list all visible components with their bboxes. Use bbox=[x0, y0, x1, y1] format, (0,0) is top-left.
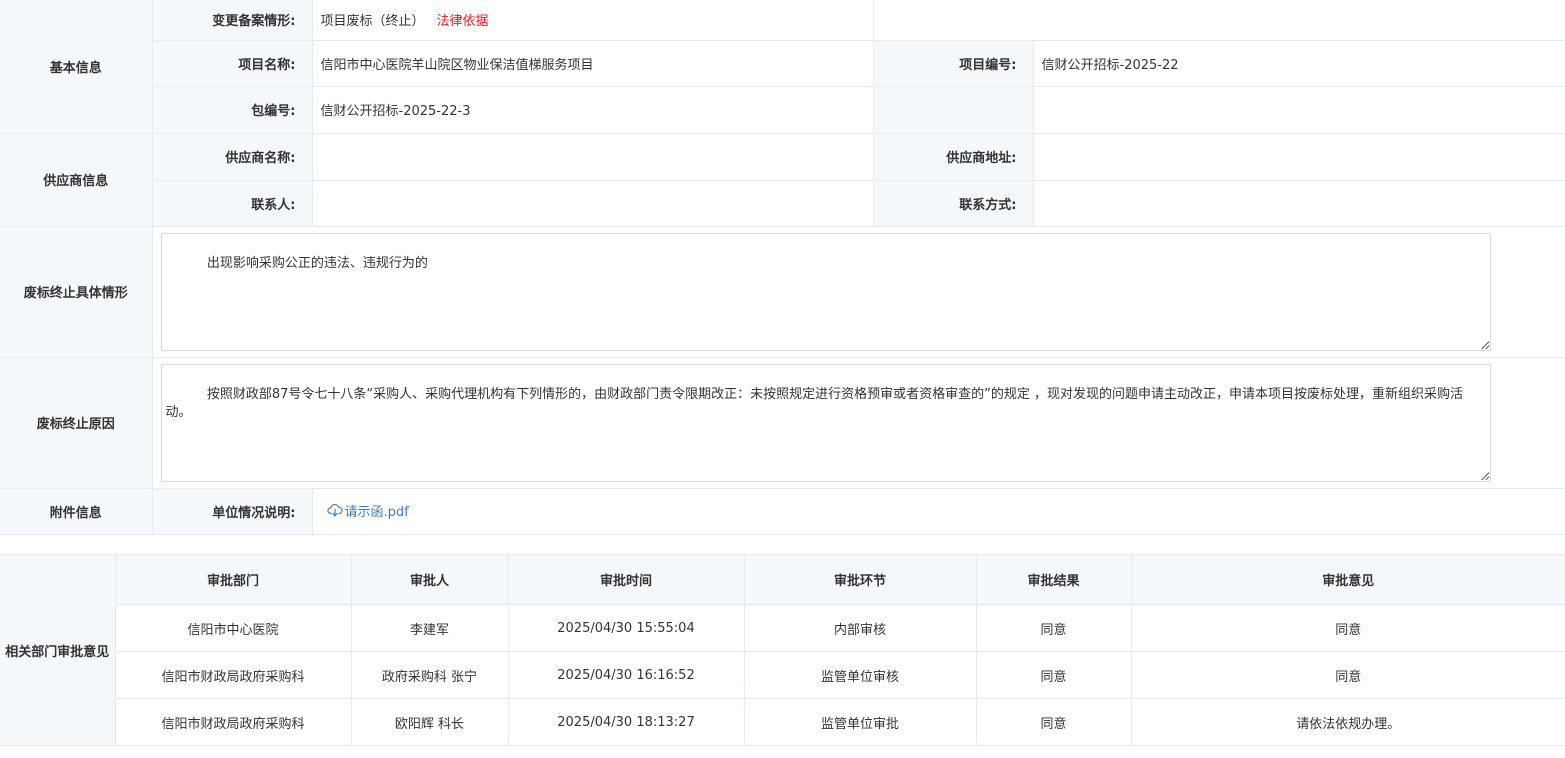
attachment-file-name: 请示函.pdf bbox=[344, 504, 409, 520]
supplier-address-label: 供应商地址: bbox=[873, 133, 1034, 181]
supplier-contact-label: 联系人: bbox=[152, 180, 313, 227]
termination-reason-textarea[interactable]: 按照财政部87号令七十八条“采购人、采购代理机构有下列情形的，由财政部门责令限期… bbox=[160, 363, 1491, 482]
resize-grip-icon[interactable] bbox=[1481, 340, 1489, 349]
section-basic-info: 基本信息 bbox=[0, 0, 153, 134]
termination-detail-textarea[interactable]: 出现影响采购公正的违法、违规行为的 bbox=[160, 232, 1491, 351]
cell-result: 同意 bbox=[976, 604, 1132, 652]
row-package-no: 包编号: 信财公开招标-2025-22-3 bbox=[0, 86, 1565, 134]
col-header-opinion: 审批意见 bbox=[1131, 554, 1565, 605]
resize-grip-icon[interactable] bbox=[1481, 471, 1489, 480]
table-row: 信阳市财政局政府采购科 政府采购科 张宁 2025/04/30 16:16:52… bbox=[0, 651, 1565, 699]
cell-result: 同意 bbox=[976, 651, 1132, 699]
row-supplier-contact: 联系人: 联系方式: bbox=[0, 180, 1565, 227]
section-approval-opinions: 相关部门审批意见 bbox=[0, 554, 116, 746]
termination-reason-cell: 按照财政部87号令七十八条“采购人、采购代理机构有下列情形的，由财政部门责令限期… bbox=[152, 357, 1565, 489]
col-header-stage: 审批环节 bbox=[744, 554, 977, 605]
cell-approver: 政府采购科 张宁 bbox=[351, 651, 509, 699]
cell-stage: 监管单位审批 bbox=[744, 698, 977, 746]
cell-approver: 欧阳辉 科长 bbox=[351, 698, 509, 746]
project-no-label: 项目编号: bbox=[873, 40, 1034, 87]
termination-detail-cell: 出现影响采购公正的违法、违规行为的 bbox=[152, 226, 1565, 358]
attachment-file-link[interactable]: 请示函.pdf bbox=[326, 501, 409, 520]
cell-department: 信阳市中心医院 bbox=[115, 604, 352, 652]
cell-result: 同意 bbox=[976, 698, 1132, 746]
row-project-name: 项目名称: 信阳市中心医院羊山院区物业保洁值梯服务项目 项目编号: 信财公开招标… bbox=[0, 40, 1565, 87]
termination-reason-text: 按照财政部87号令七十八条“采购人、采购代理机构有下列情形的，由财政部门责令限期… bbox=[165, 386, 1463, 420]
cell-opinion: 同意 bbox=[1131, 604, 1565, 652]
cell-department: 信阳市财政局政府采购科 bbox=[115, 698, 352, 746]
supplier-phone-value bbox=[1033, 180, 1565, 227]
col-header-result: 审批结果 bbox=[976, 554, 1132, 605]
section-termination-reason: 废标终止原因 bbox=[0, 357, 153, 489]
project-name-label: 项目名称: bbox=[152, 40, 313, 87]
empty-label-cell bbox=[873, 86, 1034, 134]
row-termination-reason: 废标终止原因 按照财政部87号令七十八条“采购人、采购代理机构有下列情形的，由财… bbox=[0, 357, 1565, 489]
row-attachment: 附件信息 单位情况说明: 请示函.pdf bbox=[0, 488, 1565, 535]
row-change-type: 基本信息 变更备案情形: 项目废标（终止） 法律依据 bbox=[0, 0, 1565, 134]
package-no-label: 包编号: bbox=[152, 86, 313, 134]
supplier-address-value bbox=[1033, 133, 1565, 181]
change-type-cell: 项目废标（终止） 法律依据 bbox=[312, 0, 874, 41]
cell-approver: 李建军 bbox=[351, 604, 509, 652]
approval-header-row: 相关部门审批意见 审批部门 审批人 审批时间 审批环节 审批结果 审批意见 bbox=[0, 554, 1565, 746]
project-no-value: 信财公开招标-2025-22 bbox=[1033, 40, 1565, 87]
change-type-value: 项目废标（终止） bbox=[320, 14, 425, 30]
row-supplier-name: 供应商信息 供应商名称: 供应商地址: bbox=[0, 133, 1565, 227]
col-header-approver: 审批人 bbox=[351, 554, 509, 605]
termination-detail-text: 出现影响采购公正的违法、违规行为的 bbox=[206, 255, 428, 271]
package-no-value: 信财公开招标-2025-22-3 bbox=[312, 86, 874, 134]
cell-time: 2025/04/30 18:13:27 bbox=[508, 698, 745, 746]
cell-department: 信阳市财政局政府采购科 bbox=[115, 651, 352, 699]
change-type-label: 变更备案情形: bbox=[152, 0, 313, 41]
table-row: 信阳市财政局政府采购科 欧阳辉 科长 2025/04/30 18:13:27 监… bbox=[0, 698, 1565, 746]
page: 基本信息 变更备案情形: 项目废标（终止） 法律依据 项目名称: 信阳市中心医院羊… bbox=[0, 0, 1565, 758]
approval-table: 相关部门审批意见 审批部门 审批人 审批时间 审批环节 审批结果 审批意见 信阳… bbox=[0, 554, 1565, 746]
cloud-download-icon bbox=[326, 504, 343, 517]
project-name-value: 信阳市中心医院羊山院区物业保洁值梯服务项目 bbox=[312, 40, 874, 87]
section-termination-detail: 废标终止具体情形 bbox=[0, 226, 153, 358]
info-table: 基本信息 变更备案情形: 项目废标（终止） 法律依据 项目名称: 信阳市中心医院羊… bbox=[0, 0, 1565, 535]
section-attachment-info: 附件信息 bbox=[0, 488, 153, 535]
supplier-phone-label: 联系方式: bbox=[873, 180, 1034, 227]
col-header-department: 审批部门 bbox=[115, 554, 352, 605]
empty-cell bbox=[873, 0, 1565, 41]
cell-time: 2025/04/30 15:55:04 bbox=[508, 604, 745, 652]
row-termination-detail: 废标终止具体情形 出现影响采购公正的违法、违规行为的 bbox=[0, 226, 1565, 358]
col-header-time: 审批时间 bbox=[508, 554, 745, 605]
supplier-contact-value bbox=[312, 180, 874, 227]
empty-value-cell bbox=[1033, 86, 1565, 134]
cell-stage: 监管单位审核 bbox=[744, 651, 977, 699]
supplier-name-label: 供应商名称: bbox=[152, 133, 313, 181]
table-row: 信阳市中心医院 李建军 2025/04/30 15:55:04 内部审核 同意 … bbox=[0, 604, 1565, 652]
unit-desc-label: 单位情况说明: bbox=[152, 488, 313, 535]
cell-time: 2025/04/30 16:16:52 bbox=[508, 651, 745, 699]
legal-basis-link[interactable]: 法律依据 bbox=[437, 14, 489, 29]
cell-opinion: 请依法依规办理。 bbox=[1131, 698, 1565, 746]
cell-stage: 内部审核 bbox=[744, 604, 977, 652]
section-supplier-info: 供应商信息 bbox=[0, 133, 153, 227]
cell-opinion: 同意 bbox=[1131, 651, 1565, 699]
supplier-name-value bbox=[312, 133, 874, 181]
attachment-cell: 请示函.pdf bbox=[312, 488, 1565, 535]
